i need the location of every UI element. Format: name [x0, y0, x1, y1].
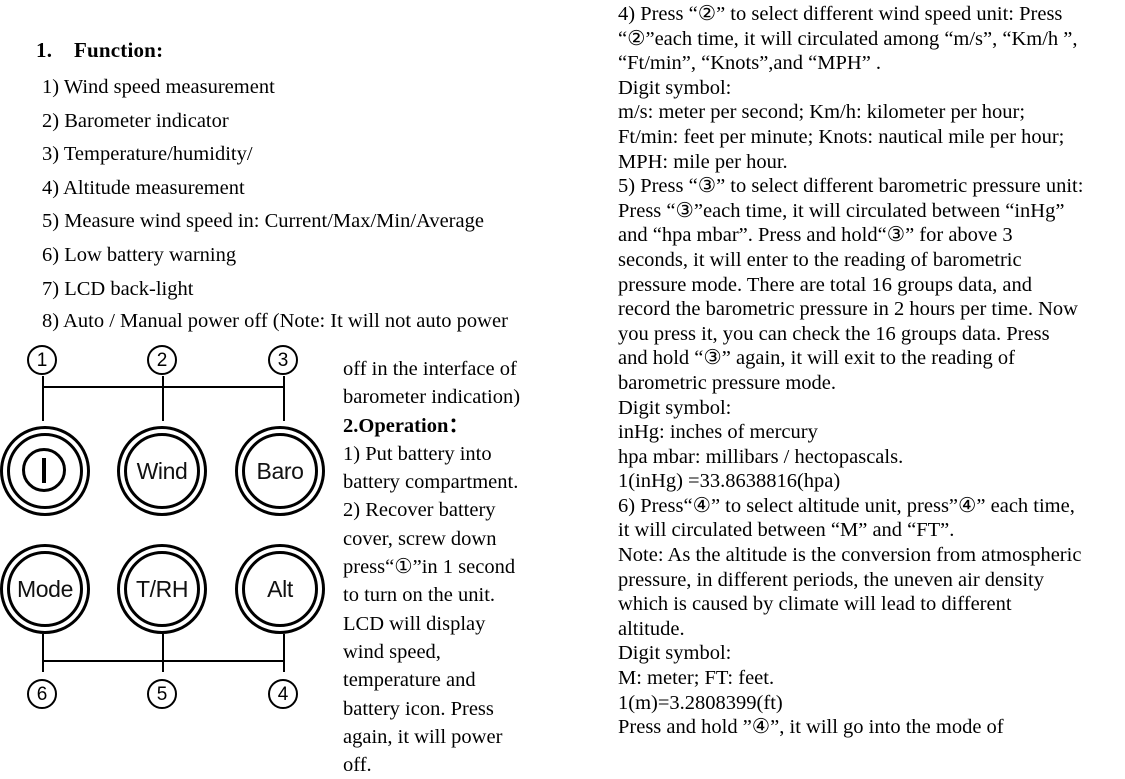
trh-button-label: T/RH — [135, 575, 189, 602]
right-column-line: Press and hold ”④”, it will go into the … — [618, 716, 1004, 739]
callout-marker-6: 6 — [27, 679, 57, 709]
baro-button[interactable]: Baro — [235, 426, 325, 516]
middle-column-line: 2) Recover battery — [343, 499, 496, 522]
trh-button[interactable]: T/RH — [117, 544, 207, 634]
right-column-line: 5) Press “③” to select different baromet… — [618, 175, 1084, 198]
right-column-line: record the barometric pressure in 2 hour… — [618, 298, 1078, 321]
right-column-line: hpa mbar: millibars / hectopascals. — [618, 445, 904, 468]
right-column-line: and “hpa mbar”. Press and hold“③” for ab… — [618, 224, 1013, 247]
leader-line-1 — [42, 376, 44, 421]
right-column-line: Digit symbol: — [618, 642, 732, 665]
function-list-item: 2) Barometer indicator — [42, 109, 229, 132]
middle-column-line: again, it will power — [343, 725, 503, 748]
right-column-line: m/s: meter per second; Km/h: kilometer p… — [618, 101, 1026, 124]
right-column-line: barometric pressure mode. — [618, 371, 837, 394]
leader-line-2 — [162, 376, 164, 421]
operation-heading: 2.Operation： — [343, 414, 469, 437]
middle-column-line: off. — [343, 754, 372, 777]
right-column-line: “②”each time, it will circulated among “… — [618, 27, 1078, 50]
wind-button-label: Wind — [136, 457, 188, 484]
function-list-item: 6) Low battery warning — [42, 243, 237, 266]
middle-column-line: wind speed, — [343, 640, 441, 663]
right-column-line: 6) Press“④” to select altitude unit, pre… — [618, 494, 1075, 517]
right-column-line: Digit symbol: — [618, 76, 732, 99]
middle-column-line: press“①”in 1 second — [343, 556, 516, 579]
mode-button-ring: Mode — [7, 551, 83, 627]
middle-column-line: LCD will display — [343, 612, 486, 635]
right-text-column: 4) Press “②” to select different wind sp… — [618, 2, 1122, 740]
right-column-line: which is caused by climate will lead to … — [618, 593, 1012, 616]
middle-column-line: cover, screw down — [343, 527, 497, 550]
alt-button[interactable]: Alt — [235, 544, 325, 634]
alt-button-label: Alt — [267, 575, 293, 602]
mode-button-label: Mode — [17, 575, 73, 602]
right-column-line: 1(inHg) =33.8638816(hpa) — [618, 470, 841, 493]
right-column-line: Note: As the altitude is the conversion … — [618, 544, 1082, 567]
baro-button-label: Baro — [256, 457, 304, 484]
function-list-item: 7) LCD back-light — [42, 277, 194, 300]
power-button[interactable] — [0, 426, 90, 516]
middle-column-line: battery compartment. — [343, 471, 519, 494]
leader-line-6 — [42, 634, 44, 672]
function-heading: 1. Function: — [36, 38, 164, 62]
right-column-line: altitude. — [618, 617, 685, 640]
middle-column-line: 1) Put battery into — [343, 442, 492, 465]
mode-button[interactable]: Mode — [0, 544, 90, 634]
function-list-item: 3) Temperature/humidity/ — [42, 143, 253, 166]
trh-button-ring: T/RH — [124, 551, 200, 627]
middle-text-column: off in the interface of barometer indica… — [343, 355, 558, 779]
wind-button[interactable]: Wind — [117, 426, 207, 516]
right-column-line: M: meter; FT: feet. — [618, 667, 775, 690]
right-column-line: 1(m)=3.2808399(ft) — [618, 691, 783, 714]
power-icon — [22, 448, 66, 492]
right-column-line: 4) Press “②” to select different wind sp… — [618, 3, 1063, 25]
middle-column-line: off in the interface of — [343, 358, 517, 380]
right-column-line: pressure, in different periods, the unev… — [618, 568, 1045, 591]
callout-marker-4: 4 — [268, 679, 298, 709]
right-column-line: MPH: mile per hour. — [618, 150, 788, 173]
middle-column-line: barometer indication) — [343, 386, 521, 409]
alt-button-ring: Alt — [242, 551, 318, 627]
function-list: 1) Wind speed measurement 2) Barometer i… — [42, 71, 562, 306]
function-list-item: 5) Measure wind speed in: Current/Max/Mi… — [42, 210, 484, 233]
leader-bus-top — [42, 386, 283, 388]
right-column-line: and hold “③” again, it will exit to the … — [618, 347, 1015, 370]
leader-line-5 — [162, 634, 164, 672]
leader-line-3 — [283, 376, 285, 421]
right-column-line: pressure mode. There are total 16 groups… — [618, 273, 1033, 296]
right-column-line: it will circulated between “M” and “FT”. — [618, 519, 955, 542]
middle-column-line: to turn on the unit. — [343, 584, 496, 607]
right-column-line: you press it, you can check the 16 group… — [618, 322, 1050, 345]
right-column-line: Press “③”each time, it will circulated b… — [618, 199, 1065, 222]
right-column-line: inHg: inches of mercury — [618, 421, 818, 444]
function-list-item: 1) Wind speed measurement — [42, 76, 275, 98]
callout-marker-5: 5 — [147, 679, 177, 709]
callout-marker-3: 3 — [268, 345, 298, 375]
keypad-diagram: 1 2 3 Wind Baro Mode T/RH Alt 6 5 4 — [0, 332, 330, 709]
middle-column-line: temperature and — [343, 669, 476, 692]
callout-marker-2: 2 — [147, 345, 177, 375]
right-column-line: Ft/min: feet per minute; Knots: nautical… — [618, 125, 1065, 148]
leader-line-4 — [283, 634, 285, 672]
right-column-line: “Ft/min”, “Knots”,and “MPH” . — [618, 52, 882, 75]
function-list-item: 4) Altitude measurement — [42, 176, 245, 199]
right-column-line: Digit symbol: — [618, 396, 732, 419]
wind-button-ring: Wind — [124, 433, 200, 509]
power-bar-glyph — [42, 457, 46, 483]
callout-marker-1: 1 — [27, 345, 57, 375]
baro-button-ring: Baro — [242, 433, 318, 509]
leader-bus-bottom — [42, 660, 283, 662]
right-column-line: seconds, it will enter to the reading of… — [618, 248, 1022, 271]
